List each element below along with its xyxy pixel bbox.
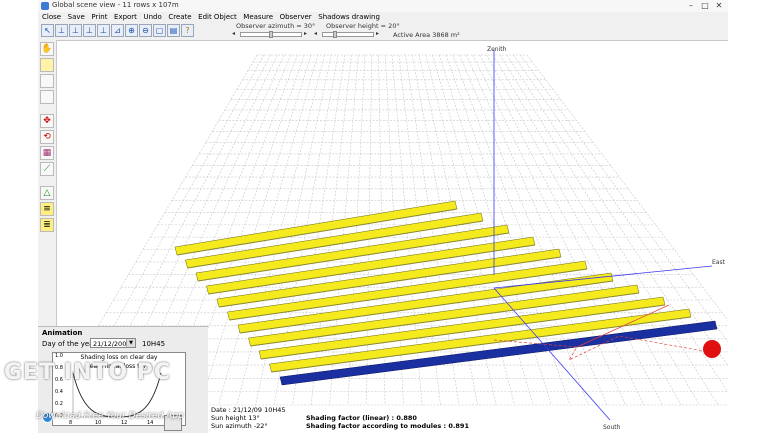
menu-create[interactable]: Create bbox=[168, 12, 191, 22]
menu-save[interactable]: Save bbox=[68, 12, 85, 22]
close-window-button[interactable]: ✕ bbox=[712, 0, 726, 11]
east-label: East bbox=[712, 259, 726, 266]
day-of-year-select[interactable]: 21/12/2009 ▼ bbox=[90, 338, 136, 348]
watermark-brand: GET INTO PC bbox=[4, 360, 171, 385]
rows-tool-icon[interactable]: ≡ bbox=[40, 202, 54, 216]
left-tool-palette: ✋ ✥ ⟲ ▦ ⟋ △ ≡ ≣ bbox=[38, 40, 57, 330]
zoom-in-icon[interactable]: ⊕ bbox=[125, 24, 138, 37]
yellow-object-icon[interactable] bbox=[40, 58, 54, 72]
day-of-year-value: 21/12/2009 bbox=[93, 340, 131, 348]
y-tick-label: 0.4 bbox=[55, 389, 63, 395]
triangle-tool-icon[interactable]: △ bbox=[40, 186, 54, 200]
app-icon bbox=[41, 2, 49, 10]
zenith-label: Zenith bbox=[487, 46, 507, 53]
minimize-button[interactable]: – bbox=[684, 0, 698, 11]
maximize-button[interactable]: □ bbox=[698, 0, 712, 11]
zoom-fit-icon[interactable]: ▢ bbox=[153, 24, 166, 37]
observer-height-label: Observer height = 20° bbox=[326, 22, 400, 30]
azimuth-slider-thumb[interactable] bbox=[269, 31, 273, 38]
status-shading-modules: Shading factor according to modules : 0.… bbox=[306, 422, 469, 430]
status-sun-azimuth: Sun azimuth -22° bbox=[211, 422, 268, 430]
watermark-tagline: Download Free Your Desired App bbox=[36, 411, 184, 421]
axis-view-2-icon[interactable]: ⊥ bbox=[69, 24, 82, 37]
perspective-icon[interactable]: ⊿ bbox=[111, 24, 124, 37]
menu-observer[interactable]: Observer bbox=[280, 12, 312, 22]
measure-line-icon[interactable]: ⟋ bbox=[40, 162, 54, 176]
sun-marker[interactable] bbox=[703, 340, 721, 358]
shed-tool-icon[interactable]: ≣ bbox=[40, 218, 54, 232]
menu-bar: Close Save Print Export Undo Create Edit… bbox=[38, 12, 728, 22]
observer-azimuth-label: Observer azimuth = 30° bbox=[236, 22, 316, 30]
axis-view-3-icon[interactable]: ⊥ bbox=[83, 24, 96, 37]
grid-icon[interactable]: ▦ bbox=[40, 146, 54, 160]
move-icon[interactable]: ✥ bbox=[40, 114, 54, 128]
active-area-readout: Active Area 3868 m² bbox=[393, 31, 460, 39]
status-shading-linear: Shading factor (linear) : 0.880 bbox=[306, 414, 417, 422]
axis-view-4-icon[interactable]: ⊥ bbox=[97, 24, 110, 37]
chevron-down-icon[interactable]: ▼ bbox=[126, 339, 135, 347]
zenith-axis: Zenith bbox=[487, 46, 507, 275]
menu-measure[interactable]: Measure bbox=[243, 12, 273, 22]
animation-heading: Animation bbox=[42, 329, 83, 337]
south-label: South bbox=[603, 424, 621, 431]
height-right-arrow[interactable]: ▸ bbox=[376, 30, 379, 37]
rotate-icon[interactable]: ⟲ bbox=[40, 130, 54, 144]
menu-print[interactable]: Print bbox=[91, 12, 107, 22]
axis-view-1-icon[interactable]: ⊥ bbox=[55, 24, 68, 37]
observer-azimuth-slider[interactable] bbox=[240, 31, 302, 38]
menu-close[interactable]: Close bbox=[42, 12, 61, 22]
help-icon[interactable]: ? bbox=[181, 24, 194, 37]
azimuth-left-arrow[interactable]: ◂ bbox=[232, 30, 235, 37]
blank-tool-1-icon[interactable] bbox=[40, 74, 54, 88]
y-tick-label: 0.2 bbox=[55, 401, 63, 407]
menu-export[interactable]: Export bbox=[114, 12, 137, 22]
menu-undo[interactable]: Undo bbox=[143, 12, 161, 22]
pv-rows bbox=[174, 200, 718, 386]
height-slider-thumb[interactable] bbox=[333, 31, 337, 38]
y-tick-label: 1.0 bbox=[55, 353, 63, 359]
zoom-out-icon[interactable]: ⊖ bbox=[139, 24, 152, 37]
toolbar: ↖ ⊥ ⊥ ⊥ ⊥ ⊿ ⊕ ⊖ ▢ ▤ ? Observer azimuth =… bbox=[38, 22, 728, 41]
observer-height-slider[interactable] bbox=[322, 31, 374, 38]
select-tool-icon[interactable]: ↖ bbox=[41, 24, 54, 37]
blank-tool-2-icon[interactable] bbox=[40, 90, 54, 104]
print-icon[interactable]: ▤ bbox=[167, 24, 180, 37]
status-date: Date : 21/12/09 10H45 bbox=[211, 406, 286, 414]
hand-pan-icon[interactable]: ✋ bbox=[40, 42, 54, 56]
menu-edit-object[interactable]: Edit Object bbox=[198, 12, 237, 22]
window-title: Global scene view - 11 rows x 107m bbox=[52, 1, 179, 9]
azimuth-right-arrow[interactable]: ▸ bbox=[304, 30, 307, 37]
time-value: 10H45 bbox=[142, 340, 166, 348]
status-sun-height: Sun height 13° bbox=[211, 414, 260, 422]
menu-shadows-drawing[interactable]: Shadows drawing bbox=[318, 12, 380, 22]
height-left-arrow[interactable]: ◂ bbox=[314, 30, 317, 37]
